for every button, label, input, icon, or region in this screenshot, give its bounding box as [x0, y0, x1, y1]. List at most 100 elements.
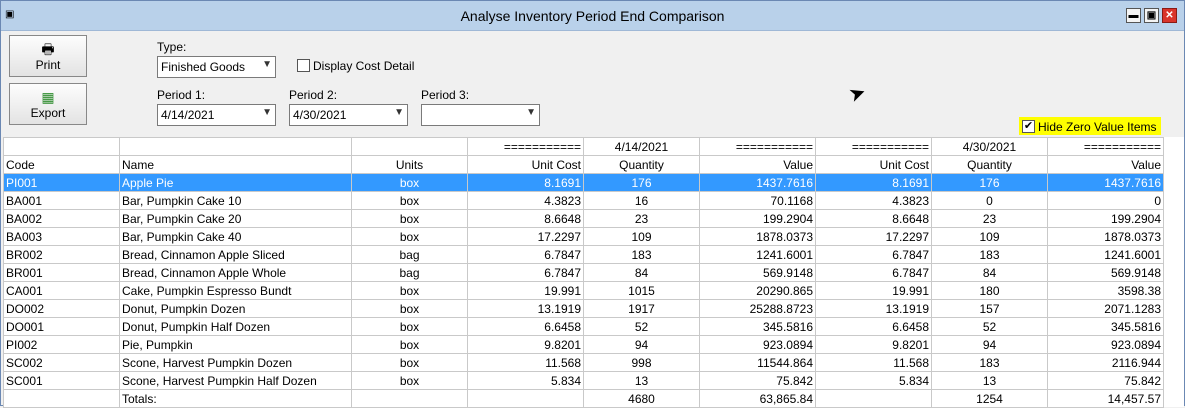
table-row[interactable]: PI001 Apple Pie box 8.1691 176 1437.7616 8.169…	[3, 173, 1164, 192]
cell-code: BR002	[3, 245, 120, 264]
cell-quantity-2: 94	[931, 335, 1048, 354]
cell-value-1: 1241.6001	[699, 245, 816, 264]
cell-quantity-1: 4680	[583, 389, 700, 408]
cell-quantity-2: 180	[931, 281, 1048, 300]
cell-quantity-1: 23	[583, 209, 700, 228]
cell-unit-cost-2: 6.7847	[815, 245, 932, 264]
cell-code: PI002	[3, 335, 120, 354]
cell-value-1: 20290.865	[699, 281, 816, 300]
cell-quantity-1: 4/14/2021	[583, 137, 700, 156]
app-window: ▣ Analyse Inventory Period End Compariso…	[0, 0, 1185, 408]
period2-select[interactable]: 4/30/2021 ▼	[289, 104, 408, 126]
cell-value-1: 25288.8723	[699, 299, 816, 318]
table-row[interactable]: DO001 Donut, Pumpkin Half Dozen box 6.6458 5…	[3, 317, 1164, 336]
cell-units: box	[351, 191, 468, 210]
table-row[interactable]: BA003 Bar, Pumpkin Cake 40 box 17.2297 109 18…	[3, 227, 1164, 246]
cell-unit-cost-2: 6.7847	[815, 263, 932, 282]
cell-quantity-1: 84	[583, 263, 700, 282]
table-row[interactable]: BA001 Bar, Pumpkin Cake 10 box 4.3823 16 70.1…	[3, 191, 1164, 210]
minimize-button[interactable]: ▬	[1126, 8, 1141, 23]
cell-unit-cost-1: 5.834	[467, 371, 584, 390]
cell-code: BR001	[3, 263, 120, 282]
table-row[interactable]: SC002 Scone, Harvest Pumpkin Dozen box 11.5…	[3, 353, 1164, 372]
cell-value-2: Value	[1047, 155, 1164, 174]
mouse-cursor-icon: ➤	[845, 80, 870, 108]
cell-value-1: 923.0894	[699, 335, 816, 354]
cell-units: Units	[351, 155, 468, 174]
cell-value-1: 199.2904	[699, 209, 816, 228]
cell-quantity-2: 23	[931, 209, 1048, 228]
cell-code: BA002	[3, 209, 120, 228]
period3-select[interactable]: ▼	[421, 104, 540, 126]
cell-name: Pie, Pumpkin	[119, 335, 352, 354]
cell-name: Bar, Pumpkin Cake 10	[119, 191, 352, 210]
period1-select[interactable]: 4/14/2021 ▼	[157, 104, 276, 126]
cell-name: Scone, Harvest Pumpkin Half Dozen	[119, 371, 352, 390]
table-row[interactable]: BR001 Bread, Cinnamon Apple Whole bag 6.784…	[3, 263, 1164, 282]
cell-unit-cost-2: 9.8201	[815, 335, 932, 354]
export-button[interactable]: ▦ Export	[9, 83, 87, 125]
cell-code: PI001	[3, 173, 120, 192]
cell-value-2: 199.2904	[1047, 209, 1164, 228]
cell-quantity-1: 13	[583, 371, 700, 390]
cell-quantity-1: 16	[583, 191, 700, 210]
close-button[interactable]: ✕	[1162, 8, 1177, 23]
cell-code	[3, 389, 120, 408]
cell-quantity-2: 1254	[931, 389, 1048, 408]
cell-unit-cost-1: Unit Cost	[467, 155, 584, 174]
cell-value-1: 75.842	[699, 371, 816, 390]
table-row[interactable]: BA002 Bar, Pumpkin Cake 20 box 8.6648 23 199.…	[3, 209, 1164, 228]
cell-quantity-1: Quantity	[583, 155, 700, 174]
cell-name: Donut, Pumpkin Dozen	[119, 299, 352, 318]
inventory-grid: =========== 4/14/2021 =========== =========…	[3, 137, 1164, 408]
cell-value-2: 1241.6001	[1047, 245, 1164, 264]
window-title: Analyse Inventory Period End Comparison	[460, 8, 725, 24]
period2-label: Period 2:	[289, 88, 338, 102]
period1-label: Period 1:	[157, 88, 206, 102]
cell-code: BA003	[3, 227, 120, 246]
table-row[interactable]: SC001 Scone, Harvest Pumpkin Half Dozen bo…	[3, 371, 1164, 390]
hide-zero-checkbox[interactable]: ✔	[1022, 120, 1035, 133]
cell-unit-cost-2: 8.1691	[815, 173, 932, 192]
table-row[interactable]: BR002 Bread, Cinnamon Apple Sliced bag 6.78…	[3, 245, 1164, 264]
cell-unit-cost-1: 8.1691	[467, 173, 584, 192]
table-row[interactable]: DO002 Donut, Pumpkin Dozen box 13.1919 1917 2…	[3, 299, 1164, 318]
period3-label: Period 3:	[421, 88, 470, 102]
display-cost-detail-checkbox[interactable]	[297, 59, 310, 72]
cell-unit-cost-2: 13.1919	[815, 299, 932, 318]
cell-units: box	[351, 353, 468, 372]
cell-quantity-1: 1917	[583, 299, 700, 318]
cell-name: Bar, Pumpkin Cake 40	[119, 227, 352, 246]
cell-unit-cost-2: 19.991	[815, 281, 932, 300]
cell-unit-cost-1: 11.568	[467, 353, 584, 372]
cell-unit-cost-1	[467, 389, 584, 408]
cell-quantity-2: 109	[931, 227, 1048, 246]
cell-value-2: 2116.944	[1047, 353, 1164, 372]
cell-units	[351, 137, 468, 156]
table-row[interactable]: CA001 Cake, Pumpkin Espresso Bundt box 19.9…	[3, 281, 1164, 300]
spreadsheet-icon: ▦	[41, 89, 55, 105]
cell-value-1: Value	[699, 155, 816, 174]
export-label: Export	[30, 106, 66, 120]
cell-value-2: 1878.0373	[1047, 227, 1164, 246]
maximize-button[interactable]: ▣	[1144, 8, 1159, 23]
cell-value-2: 2071.1283	[1047, 299, 1164, 318]
cell-value-1: 11544.864	[699, 353, 816, 372]
cell-unit-cost-2: 8.6648	[815, 209, 932, 228]
chevron-down-icon: ▼	[262, 59, 272, 70]
cell-quantity-1: 998	[583, 353, 700, 372]
cell-units: box	[351, 317, 468, 336]
print-button[interactable]: 🖶 Print	[9, 35, 87, 77]
cell-name: Bread, Cinnamon Apple Sliced	[119, 245, 352, 264]
cell-value-1: ===========	[699, 137, 816, 156]
type-select[interactable]: Finished Goods ▼	[157, 56, 276, 78]
cell-unit-cost-1: 8.6648	[467, 209, 584, 228]
printer-icon: 🖶	[41, 41, 55, 57]
cell-unit-cost-2: 5.834	[815, 371, 932, 390]
table-row[interactable]: PI002 Pie, Pumpkin box 9.8201 94 923.0894 9.82…	[3, 335, 1164, 354]
cell-value-1: 70.1168	[699, 191, 816, 210]
cell-value-2: 923.0894	[1047, 335, 1164, 354]
chevron-down-icon: ▼	[262, 107, 272, 118]
period2-value: 4/30/2021	[293, 108, 347, 122]
cell-unit-cost-2: Unit Cost	[815, 155, 932, 174]
